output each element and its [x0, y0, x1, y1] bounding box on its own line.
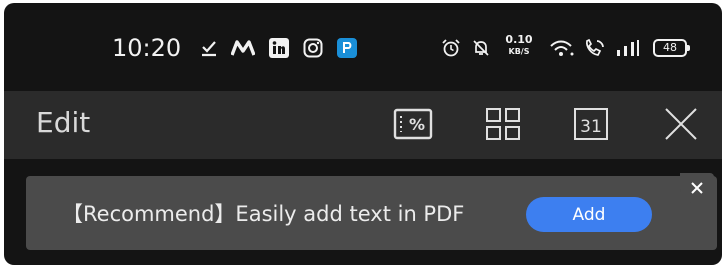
network-speed: 0.10 KB/S: [504, 33, 534, 57]
download-done-icon: [198, 37, 220, 59]
svg-text:31: 31: [580, 117, 602, 137]
battery-icon: 48: [653, 39, 690, 57]
network-speed-value: 0.10: [505, 33, 533, 46]
wifi-calling-icon: [582, 37, 608, 59]
percent-icon: %: [393, 108, 433, 140]
status-bar: 10:20 0.10 KB/S 48: [4, 3, 722, 91]
grid-icon: [486, 108, 520, 140]
alarm-icon: [440, 37, 462, 59]
percent-button[interactable]: %: [388, 101, 438, 147]
edit-toolbar: Edit % 31: [4, 91, 722, 159]
m-app-icon: [230, 37, 256, 59]
signal-icon: [614, 37, 642, 59]
network-speed-unit: KB/S: [508, 47, 530, 56]
banner-text: 【Recommend】Easily add text in PDF: [62, 202, 465, 226]
app-screen: 10:20 0.10 KB/S 48 Edit % 31 【Recommend】…: [4, 3, 722, 265]
svg-text:%: %: [409, 115, 425, 134]
paytm-icon: [336, 37, 358, 59]
mute-icon: [470, 37, 492, 59]
instagram-icon: [302, 37, 324, 59]
recommend-banner: 【Recommend】Easily add text in PDF Add: [26, 176, 717, 250]
status-time: 10:20: [112, 34, 182, 62]
grid-view-button[interactable]: [478, 101, 528, 147]
linkedin-icon: [268, 37, 290, 59]
banner-close-button[interactable]: [680, 173, 714, 203]
add-button[interactable]: Add: [526, 197, 652, 232]
close-icon: [691, 182, 703, 194]
close-icon: [665, 108, 697, 140]
calendar-button[interactable]: 31: [566, 101, 616, 147]
close-button[interactable]: [656, 101, 706, 147]
calendar-icon: 31: [574, 108, 608, 140]
page-title: Edit: [36, 106, 91, 139]
wifi-icon: [548, 37, 576, 59]
